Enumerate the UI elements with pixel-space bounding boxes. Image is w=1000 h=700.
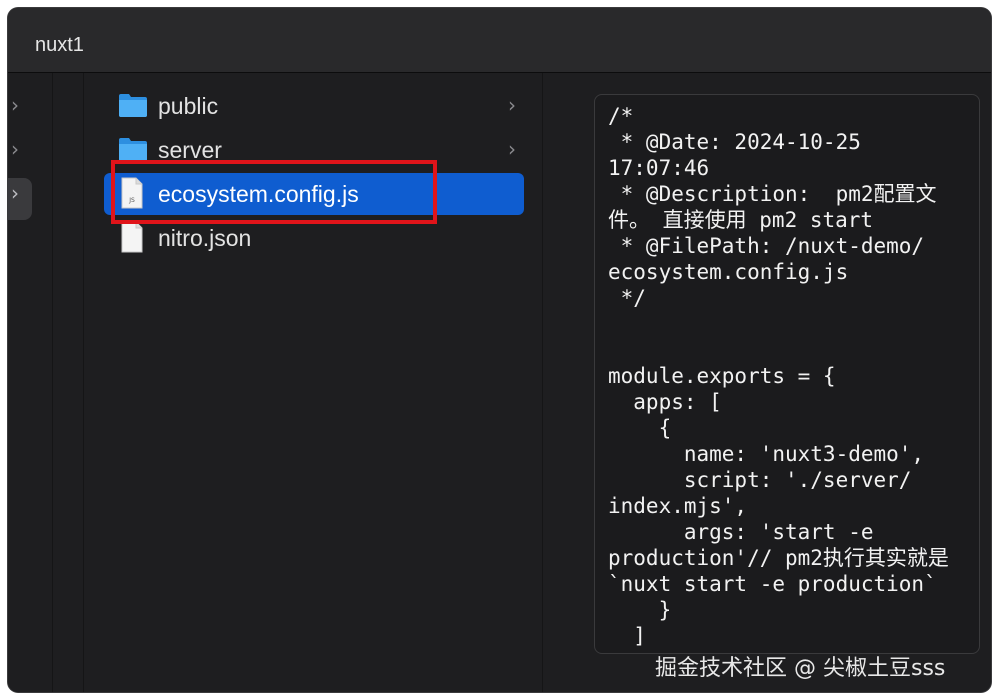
code-line: ] xyxy=(608,624,646,648)
code-line: `nuxt start -e production` xyxy=(608,572,937,596)
chevron-right-icon[interactable]: › xyxy=(11,93,19,117)
chevron-right-icon[interactable]: › xyxy=(11,137,19,161)
parent-column[interactable]: › › › xyxy=(8,73,53,692)
title-bar[interactable]: nuxt1 xyxy=(8,8,991,73)
code-line: { xyxy=(608,416,672,440)
code-line: script: './server/ xyxy=(608,468,912,492)
code-line: name: 'nuxt3-demo', xyxy=(608,442,925,466)
file-name: nitro.json xyxy=(158,225,252,251)
code-line: args: 'start -e xyxy=(608,520,874,544)
chevron-right-icon: › xyxy=(508,137,516,161)
code-line: } xyxy=(608,598,672,622)
watermark: 掘金技术社区 @ 尖椒土豆sss xyxy=(655,656,946,681)
code-line: index.mjs', xyxy=(608,494,748,518)
annotation-highlight-box xyxy=(111,160,437,224)
code-line: */ xyxy=(608,286,646,310)
code-line: production'// pm2执行其实就是 xyxy=(608,546,949,570)
window-title: nuxt1 xyxy=(35,34,84,56)
code-line: /* xyxy=(608,104,634,128)
folder-icon xyxy=(119,138,147,161)
finder-window: nuxt1 › › › public › server › JS ecosyst… xyxy=(8,8,991,692)
file-preview-pane[interactable]: /* * @Date: 2024-10-25 17:07:46 * @Descr… xyxy=(594,94,980,654)
code-line: ecosystem.config.js xyxy=(608,260,849,284)
code-preview: /* * @Date: 2024-10-25 17:07:46 * @Descr… xyxy=(608,103,974,649)
code-line: apps: [ xyxy=(608,390,722,414)
chevron-right-icon[interactable]: › xyxy=(11,181,19,205)
document-icon xyxy=(121,221,143,253)
code-line: * @FilePath: /nuxt-demo/ xyxy=(608,234,925,258)
code-line: 17:07:46 xyxy=(608,156,710,180)
code-line: * @Description: pm2配置文 xyxy=(608,182,937,206)
code-line: 件。 直接使用 pm2 start xyxy=(608,208,874,232)
chevron-right-icon: › xyxy=(508,93,516,117)
code-line: * @Date: 2024-10-25 xyxy=(608,130,861,154)
code-line: module.exports = { xyxy=(608,364,836,388)
file-name: public xyxy=(158,93,219,119)
list-item-public[interactable]: public › xyxy=(104,85,524,127)
folder-icon xyxy=(119,94,147,117)
